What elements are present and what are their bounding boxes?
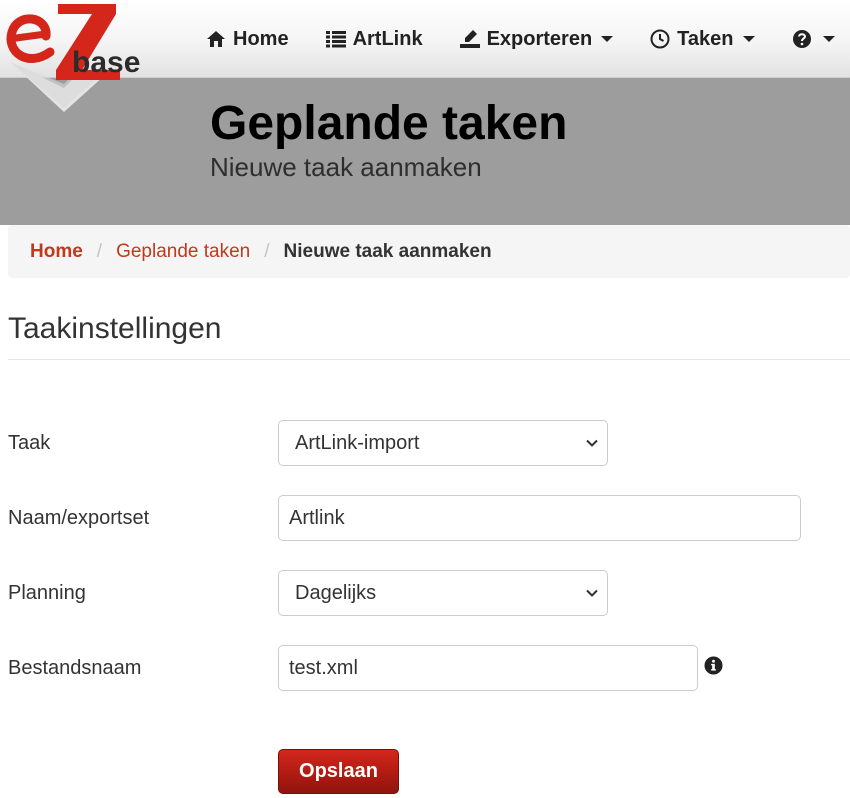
nav-exporteren[interactable]: Exporteren	[459, 28, 614, 51]
main-nav: Home ArtLink Exporteren Taken	[205, 0, 835, 78]
planning-label: Planning	[8, 582, 86, 604]
home-icon	[205, 28, 227, 50]
clock-icon	[649, 28, 671, 50]
nav-help[interactable]	[791, 28, 835, 50]
naam-label: Naam/exportset	[8, 507, 150, 529]
planning-select-value: Dagelijks	[295, 581, 377, 604]
list-icon	[325, 28, 347, 50]
chevron-down-icon	[586, 439, 598, 447]
taak-label: Taak	[8, 432, 51, 454]
nav-exporteren-label: Exporteren	[486, 27, 593, 50]
page-subtitle: Nieuwe taak aanmaken	[210, 152, 482, 182]
section-divider	[8, 359, 850, 360]
naam-input[interactable]	[278, 495, 801, 541]
breadcrumb-home[interactable]: Home	[30, 241, 83, 263]
ezbase-logo[interactable]: base	[4, 0, 154, 112]
logo-text: base	[72, 46, 140, 79]
page-title: Geplande taken	[210, 97, 568, 150]
export-icon	[459, 28, 481, 50]
info-icon[interactable]	[704, 656, 723, 675]
nav-home[interactable]: Home	[205, 28, 289, 51]
taak-select-value: ArtLink-import	[295, 431, 420, 454]
help-icon	[791, 28, 813, 50]
chevron-down-icon	[742, 36, 755, 42]
chevron-down-icon	[601, 36, 614, 42]
navbar: base Home ArtLink Exporteren Taken	[0, 0, 850, 112]
nav-taken[interactable]: Taken	[649, 27, 755, 51]
bestandsnaam-input[interactable]	[278, 645, 698, 691]
taak-select[interactable]: ArtLink-import	[278, 420, 608, 466]
nav-home-label: Home	[233, 27, 289, 50]
chevron-down-icon	[822, 36, 835, 42]
breadcrumb-separator: /	[264, 240, 270, 262]
breadcrumb: Home / Geplande taken / Nieuwe taak aanm…	[8, 225, 850, 278]
save-button[interactable]: Opslaan	[278, 749, 399, 794]
nav-artlink-label: ArtLink	[352, 27, 423, 50]
breadcrumb-separator: /	[96, 240, 103, 262]
chevron-down-icon	[586, 589, 598, 597]
bestandsnaam-label: Bestandsnaam	[8, 657, 142, 679]
planning-select[interactable]: Dagelijks	[278, 570, 608, 616]
nav-taken-label: Taken	[677, 27, 734, 50]
nav-artlink[interactable]: ArtLink	[325, 28, 423, 51]
breadcrumb-geplande-taken[interactable]: Geplande taken	[116, 241, 250, 263]
breadcrumb-active: Nieuwe taak aanmaken	[283, 240, 492, 262]
section-title: Taakinstellingen	[8, 312, 222, 345]
